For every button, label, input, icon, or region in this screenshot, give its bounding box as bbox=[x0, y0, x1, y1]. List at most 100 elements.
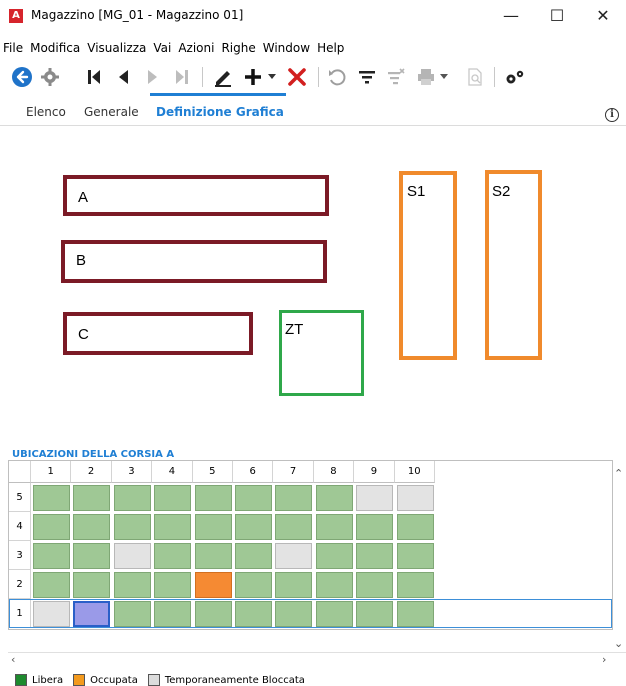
undo-icon[interactable] bbox=[325, 65, 349, 89]
location-cell[interactable] bbox=[396, 601, 434, 627]
dropdown-arrow-icon[interactable] bbox=[266, 65, 278, 89]
maximize-button[interactable]: ☐ bbox=[534, 0, 580, 30]
preview-icon[interactable] bbox=[464, 65, 486, 89]
vertical-scrollbar[interactable]: ⌃ ⌄ bbox=[613, 460, 626, 655]
location-cell[interactable] bbox=[315, 601, 353, 627]
delete-icon[interactable] bbox=[284, 65, 310, 89]
tab-elenco[interactable]: Elenco bbox=[26, 105, 66, 119]
column-header: 4 bbox=[152, 461, 193, 483]
location-cell[interactable] bbox=[235, 572, 272, 598]
location-cell[interactable] bbox=[235, 543, 272, 569]
column-header: 2 bbox=[71, 461, 112, 483]
scroll-up-icon[interactable]: ⌃ bbox=[614, 467, 623, 480]
remove-filter-icon[interactable] bbox=[384, 65, 408, 89]
location-cell[interactable] bbox=[194, 485, 232, 511]
location-cell[interactable] bbox=[33, 514, 70, 540]
menu-item[interactable]: Window bbox=[260, 38, 313, 58]
filter-icon[interactable] bbox=[355, 65, 379, 89]
location-cell[interactable] bbox=[356, 514, 394, 540]
zone-b[interactable]: B bbox=[61, 240, 327, 283]
location-cell[interactable] bbox=[275, 572, 313, 598]
location-cell[interactable] bbox=[396, 572, 434, 598]
zone-a[interactable]: A bbox=[63, 175, 329, 216]
scroll-left-icon[interactable]: ‹ bbox=[11, 653, 15, 666]
location-cell[interactable] bbox=[113, 572, 151, 598]
info-icon[interactable]: i bbox=[605, 108, 619, 122]
location-cell[interactable] bbox=[356, 601, 394, 627]
close-button[interactable]: ✕ bbox=[580, 0, 626, 30]
menu-item[interactable]: Vai bbox=[150, 38, 174, 58]
location-cell[interactable] bbox=[194, 572, 232, 598]
back-icon[interactable] bbox=[10, 65, 34, 89]
print-dropdown-icon[interactable] bbox=[438, 65, 450, 89]
location-cell[interactable] bbox=[73, 514, 111, 540]
location-cell[interactable] bbox=[73, 601, 111, 627]
zone-s2[interactable]: S2 bbox=[485, 170, 542, 360]
first-record-icon[interactable] bbox=[82, 65, 106, 89]
zone-label: ZT bbox=[285, 321, 304, 338]
menu-item[interactable]: File bbox=[0, 38, 26, 58]
location-cell[interactable] bbox=[154, 514, 192, 540]
location-cell[interactable] bbox=[73, 485, 111, 511]
horizontal-scrollbar[interactable]: ‹ › bbox=[8, 652, 626, 668]
location-cell[interactable] bbox=[235, 485, 272, 511]
location-cell[interactable] bbox=[275, 601, 313, 627]
location-cell[interactable] bbox=[33, 543, 70, 569]
scroll-down-icon[interactable]: ⌄ bbox=[614, 637, 623, 650]
settings-icon[interactable] bbox=[38, 65, 62, 89]
tab-definizione-grafica[interactable]: Definizione Grafica bbox=[156, 105, 284, 119]
zone-zt[interactable]: ZT bbox=[279, 310, 364, 396]
tab-generale[interactable]: Generale bbox=[84, 105, 139, 119]
location-cell[interactable] bbox=[194, 601, 232, 627]
location-cell[interactable] bbox=[356, 485, 394, 511]
location-cell[interactable] bbox=[275, 514, 313, 540]
menu-item[interactable]: Righe bbox=[218, 38, 258, 58]
zone-s1[interactable]: S1 bbox=[399, 171, 457, 360]
location-cell[interactable] bbox=[315, 485, 353, 511]
location-cell[interactable] bbox=[154, 572, 192, 598]
location-cell[interactable] bbox=[33, 601, 70, 627]
location-cell[interactable] bbox=[356, 543, 394, 569]
location-cell[interactable] bbox=[113, 485, 151, 511]
location-cell[interactable] bbox=[275, 543, 313, 569]
print-icon[interactable] bbox=[414, 65, 438, 89]
location-cell[interactable] bbox=[275, 485, 313, 511]
next-record-icon[interactable] bbox=[142, 65, 164, 89]
minimize-button[interactable]: — bbox=[488, 0, 534, 30]
options-icon[interactable] bbox=[502, 65, 528, 89]
menu-item[interactable]: Help bbox=[314, 38, 347, 58]
row-header: 3 bbox=[9, 541, 31, 570]
location-cell[interactable] bbox=[73, 572, 111, 598]
location-cell[interactable] bbox=[396, 543, 434, 569]
menu-item[interactable]: Visualizza bbox=[84, 38, 149, 58]
location-cell[interactable] bbox=[235, 514, 272, 540]
location-cell[interactable] bbox=[396, 485, 434, 511]
menu-item[interactable]: Azioni bbox=[175, 38, 217, 58]
location-cell[interactable] bbox=[194, 514, 232, 540]
menu-item[interactable]: Modifica bbox=[27, 38, 83, 58]
location-cell[interactable] bbox=[154, 601, 192, 627]
location-cell[interactable] bbox=[396, 514, 434, 540]
location-cell[interactable] bbox=[113, 601, 151, 627]
last-record-icon[interactable] bbox=[170, 65, 194, 89]
location-cell[interactable] bbox=[113, 514, 151, 540]
previous-record-icon[interactable] bbox=[112, 65, 134, 89]
location-cell[interactable] bbox=[33, 572, 70, 598]
location-cell[interactable] bbox=[315, 543, 353, 569]
location-cell[interactable] bbox=[33, 485, 70, 511]
location-cell[interactable] bbox=[194, 543, 232, 569]
location-cell[interactable] bbox=[154, 543, 192, 569]
location-cell[interactable] bbox=[315, 572, 353, 598]
zone-c[interactable]: C bbox=[63, 312, 253, 355]
location-cell[interactable] bbox=[235, 601, 272, 627]
add-icon[interactable] bbox=[240, 65, 266, 89]
location-cell[interactable] bbox=[315, 514, 353, 540]
toolbar bbox=[0, 62, 626, 92]
edit-icon[interactable] bbox=[210, 65, 236, 89]
scroll-right-icon[interactable]: › bbox=[602, 653, 606, 666]
grid-corner bbox=[9, 461, 31, 483]
location-cell[interactable] bbox=[73, 543, 111, 569]
location-cell[interactable] bbox=[113, 543, 151, 569]
location-cell[interactable] bbox=[356, 572, 394, 598]
location-cell[interactable] bbox=[154, 485, 192, 511]
